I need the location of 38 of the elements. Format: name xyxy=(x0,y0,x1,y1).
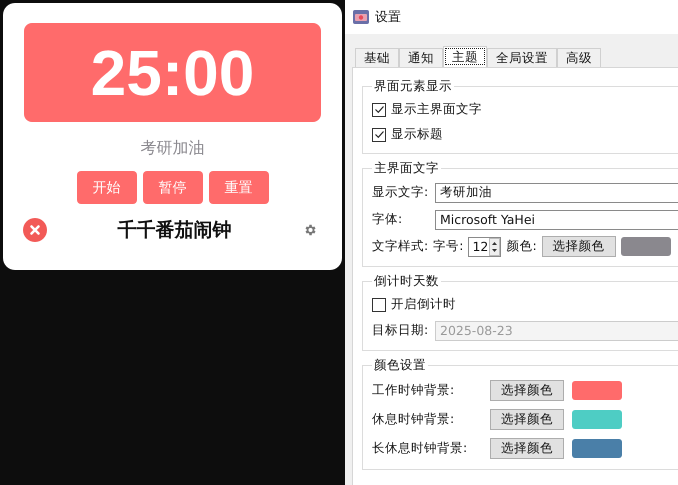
group-title: 颜色设置 xyxy=(373,357,427,374)
field-label: 休息时钟背景: xyxy=(372,411,456,428)
window-title: 设置 xyxy=(375,9,401,26)
field-label: 颜色: xyxy=(506,238,537,255)
field-label: 目标日期: xyxy=(372,322,430,339)
settings-icon[interactable] xyxy=(302,223,316,237)
field-label: 工作时钟背景: xyxy=(372,382,456,399)
text-input[interactable]: 考研加油 xyxy=(435,182,678,202)
app-icon xyxy=(353,10,369,24)
timer-display: 25:00 xyxy=(24,23,321,122)
tab[interactable]: 基础 xyxy=(355,48,399,67)
checkbox[interactable] xyxy=(372,102,386,116)
group-title: 界面元素显示 xyxy=(373,78,453,95)
tab[interactable]: 通知 xyxy=(399,48,443,67)
app-title: 千千番茄闹钟 xyxy=(118,218,232,243)
group-title: 主界面文字 xyxy=(373,160,440,177)
choose-color-button[interactable]: 选择颜色 xyxy=(490,409,564,430)
group-title: 倒计时天数 xyxy=(373,273,440,290)
checkbox-label: 显示主界面文字 xyxy=(391,101,482,118)
choose-color-button[interactable]: 选择颜色 xyxy=(542,236,616,257)
choose-color-button[interactable]: 选择颜色 xyxy=(490,438,564,459)
field-label: 文字样式: xyxy=(372,238,428,255)
checkbox[interactable] xyxy=(372,128,386,142)
close-icon[interactable] xyxy=(22,218,46,242)
motto-text: 考研加油 xyxy=(140,138,204,159)
tab[interactable]: 全局设置 xyxy=(487,48,557,67)
field-label: 长休息时钟背景: xyxy=(372,440,468,457)
checkbox-label: 开启倒计时 xyxy=(391,296,456,313)
choose-color-button[interactable]: 选择颜色 xyxy=(490,380,564,401)
field-label: 字号: xyxy=(433,238,464,255)
size-spinbox[interactable]: 12 xyxy=(468,236,502,256)
field-label: 显示文字: xyxy=(372,184,430,201)
checkbox-label: 显示标题 xyxy=(391,126,443,143)
field-label: 字体: xyxy=(372,211,404,228)
spin-arrows-icon[interactable] xyxy=(489,238,500,256)
font-input[interactable]: Microsoft YaHei xyxy=(435,210,678,230)
tab[interactable]: 高级 xyxy=(557,48,601,67)
tab[interactable]: 主题 xyxy=(443,46,487,67)
